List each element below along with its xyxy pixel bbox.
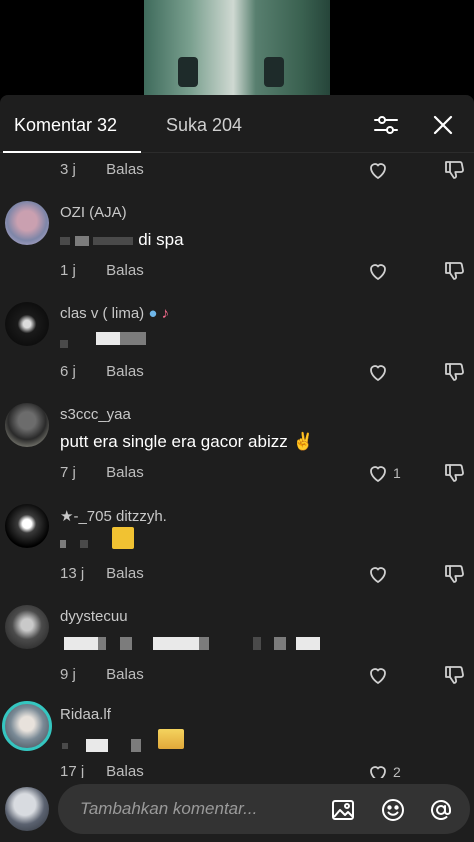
image-icon <box>332 800 354 820</box>
heart-icon <box>370 567 386 584</box>
heart-icon <box>370 466 386 483</box>
comment-username-text: clas v ( lima) <box>60 305 145 322</box>
sticker-image <box>158 729 184 749</box>
dislike-button[interactable] <box>442 663 466 687</box>
thumbs-down-icon <box>445 363 464 381</box>
comment-meta: 13 j Balas <box>60 565 144 582</box>
like-count: 1 <box>393 465 401 481</box>
avatar[interactable] <box>5 302 49 346</box>
like-button[interactable] <box>366 259 390 283</box>
heart-icon <box>370 163 386 180</box>
dislike-button[interactable] <box>442 158 466 182</box>
comment-username[interactable]: clas v ( lima) ● ♪ <box>60 305 169 322</box>
close-button[interactable] <box>429 111 457 139</box>
comment-time: 6 j <box>60 363 76 380</box>
thumbs-down-icon <box>445 464 464 482</box>
comment-meta: 7 j Balas <box>60 464 144 481</box>
blurred-comment-content <box>60 330 147 348</box>
thumbs-down-icon <box>445 262 464 280</box>
video-thumbnail <box>144 0 330 95</box>
blurred-comment-content <box>62 737 141 755</box>
avatar[interactable] <box>5 403 49 447</box>
tab-comments[interactable]: Komentar 32 <box>14 115 117 136</box>
reply-button[interactable]: Balas <box>106 363 144 380</box>
comment-text: di spa <box>60 230 184 250</box>
at-icon <box>431 799 451 820</box>
like-button[interactable] <box>366 360 390 384</box>
victory-hand-emoji-icon: ✌ <box>292 432 314 451</box>
close-icon <box>433 115 453 135</box>
reply-button[interactable]: Balas <box>106 464 144 481</box>
flamingo-emoji-icon: ♪ <box>161 305 170 322</box>
thumbs-down-icon <box>445 666 464 684</box>
comment-username[interactable]: ★-_705 ditzzyh. <box>60 507 167 525</box>
filter-button[interactable] <box>372 111 400 139</box>
sliders-icon <box>374 116 398 134</box>
emoji-icon <box>382 799 404 821</box>
tab-likes[interactable]: Suka 204 <box>166 115 242 136</box>
avatar[interactable] <box>5 605 49 649</box>
comment-meta: 9 j Balas <box>60 666 144 683</box>
current-user-avatar[interactable] <box>5 787 49 831</box>
heart-icon <box>370 365 386 382</box>
dislike-button[interactable] <box>442 562 466 586</box>
comment-input-placeholder[interactable]: Tambahkan komentar... <box>80 799 257 819</box>
dislike-button[interactable] <box>442 461 466 485</box>
reply-button[interactable]: Balas <box>106 565 144 582</box>
comment-username[interactable]: OZI (AJA) <box>60 204 127 221</box>
tab-bar: Komentar 32 Suka 204 <box>0 95 474 153</box>
heart-icon <box>370 264 386 281</box>
comment-username[interactable]: Ridaa.lf <box>60 706 111 723</box>
comment-item: Ridaa.lf 17 j Balas 2 <box>0 701 474 783</box>
comment-item: ★-_705 ditzzyh. 13 j Balas <box>0 499 474 600</box>
mention-button[interactable] <box>428 797 454 823</box>
comment-text-visible: putt era single era gacor abizz <box>60 432 288 451</box>
video-preview[interactable] <box>0 0 474 95</box>
comment-item: OZI (AJA) di spa 1 j Balas <box>0 196 474 297</box>
comment-username[interactable]: dyystecuu <box>60 608 128 625</box>
comment-meta: 1 j Balas <box>60 262 144 279</box>
reply-button[interactable]: Balas <box>106 666 144 683</box>
comment-time: 1 j <box>60 262 76 279</box>
comment-time: 3 j <box>60 161 76 178</box>
comment-item: clas v ( lima) ● ♪ 6 j Balas <box>0 297 474 398</box>
active-tab-indicator <box>3 151 141 153</box>
reply-button[interactable]: Balas <box>106 262 144 279</box>
heart-icon <box>370 668 386 685</box>
comment-text: putt era single era gacor abizz ✌ <box>60 432 314 452</box>
comment-username[interactable]: s3ccc_yaa <box>60 406 131 423</box>
image-button[interactable] <box>330 797 356 823</box>
emoji-button[interactable] <box>380 797 406 823</box>
comment-input[interactable]: Tambahkan komentar... <box>58 784 470 834</box>
dislike-button[interactable] <box>442 360 466 384</box>
comment-meta: 3 j Balas <box>60 161 144 178</box>
blurred-comment-content <box>64 635 321 653</box>
like-button[interactable] <box>366 562 390 586</box>
dislike-button[interactable] <box>442 259 466 283</box>
comment-input-bar: Tambahkan komentar... <box>0 778 474 842</box>
comment-item: 3 j Balas <box>0 154 474 186</box>
comment-meta: 6 j Balas <box>60 363 144 380</box>
comment-item: s3ccc_yaa putt era single era gacor abiz… <box>0 398 474 499</box>
comment-time: 7 j <box>60 464 76 481</box>
blurred-comment-content <box>60 535 89 553</box>
comment-time: 13 j <box>60 565 85 582</box>
like-button[interactable] <box>366 663 390 687</box>
comment-item: dyystecuu 9 j Balas <box>0 600 474 701</box>
comment-text-visible: di spa <box>138 230 184 249</box>
comment-time: 9 j <box>60 666 76 683</box>
jellyfish-emoji-icon: ● <box>148 305 158 322</box>
thumbs-down-icon <box>445 565 464 583</box>
comments-sheet: Komentar 32 Suka 204 3 j Balas OZI (AJA)… <box>0 95 474 842</box>
avatar[interactable] <box>5 201 49 245</box>
like-button[interactable] <box>366 158 390 182</box>
avatar[interactable] <box>5 504 49 548</box>
like-button[interactable] <box>366 461 390 485</box>
thumbs-down-icon <box>445 161 464 179</box>
avatar[interactable] <box>2 701 52 751</box>
reply-button[interactable]: Balas <box>106 161 144 178</box>
sticker-image <box>112 527 134 549</box>
